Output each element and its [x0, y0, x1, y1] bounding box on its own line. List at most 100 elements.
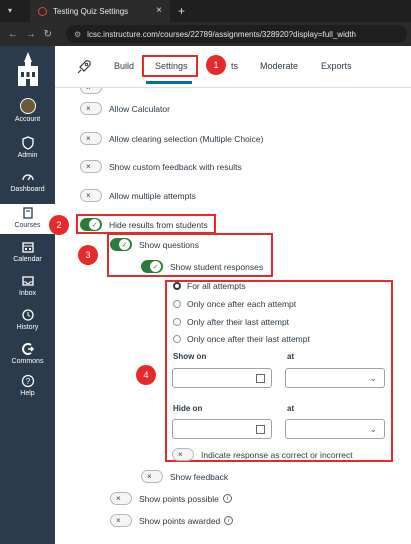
nav-calendar[interactable]: Calendar: [0, 240, 55, 263]
show-on-label: Show on: [173, 352, 207, 361]
nav-admin-label: Admin: [17, 152, 38, 159]
show-on-date-input[interactable]: [172, 368, 272, 388]
setting-show-custom-feedback: × Show custom feedback with results: [80, 160, 242, 173]
avatar: [19, 98, 36, 114]
shield-icon: [21, 136, 34, 150]
cut-off-toggle-row: ×: [80, 88, 109, 94]
forward-icon[interactable]: →: [26, 29, 36, 40]
tab-exports[interactable]: Exports: [321, 61, 352, 71]
show-questions-toggle[interactable]: ✓: [110, 238, 132, 251]
radio-label: Only once after each attempt: [187, 299, 297, 309]
close-tab-icon[interactable]: ×: [156, 5, 162, 16]
radio-after-last[interactable]: Only after their last attempt: [173, 317, 289, 327]
allow-calculator-toggle[interactable]: ×: [80, 102, 102, 115]
tab-results[interactable]: ts: [231, 61, 238, 71]
radio-unselected[interactable]: [173, 318, 181, 326]
toggle-off[interactable]: ×: [80, 88, 102, 94]
radio-selected[interactable]: [173, 282, 181, 290]
browser-tab[interactable]: Testing Quiz Settings ×: [30, 0, 170, 22]
nav-dashboard[interactable]: Dashboard: [0, 170, 55, 193]
nav-history-label: History: [16, 324, 39, 331]
reload-icon[interactable]: ↻: [44, 29, 52, 40]
check-icon: ✓: [89, 219, 100, 230]
hide-on-date-input[interactable]: [172, 419, 272, 439]
show-custom-feedback-label: Show custom feedback with results: [109, 161, 242, 172]
radio-for-all-attempts[interactable]: For all attempts: [173, 281, 246, 291]
setting-allow-multiple-attempts: × Allow multiple attempts: [80, 189, 196, 202]
show-custom-feedback-toggle[interactable]: ×: [80, 160, 102, 173]
setting-allow-calculator: × Allow Calculator: [80, 102, 170, 115]
calendar-icon[interactable]: [256, 425, 265, 434]
nav-inbox[interactable]: Inbox: [0, 274, 55, 297]
show-at-label: at: [287, 352, 295, 361]
nav-help[interactable]: ? Help: [0, 374, 55, 397]
nav-commons[interactable]: Commons: [0, 342, 55, 365]
institution-logo-icon: [18, 52, 38, 86]
radio-unselected[interactable]: [173, 335, 181, 343]
radio-label: Only after their last attempt: [187, 317, 290, 327]
show-points-possible-toggle[interactable]: ×: [110, 492, 132, 505]
setting-show-student-responses: ✓ Show student responses: [141, 260, 263, 273]
settings-active-indicator: [146, 81, 192, 84]
nav-courses[interactable]: Courses: [0, 204, 55, 234]
hide-results-label: Hide results from students: [109, 219, 208, 230]
setting-hide-results: ✓ Hide results from students: [80, 218, 208, 231]
indicate-response-toggle[interactable]: ×: [172, 448, 194, 461]
step-badge-2: 2: [49, 215, 69, 235]
tab-menu-icon[interactable]: ▾: [8, 6, 12, 15]
nav-calendar-label: Calendar: [13, 256, 42, 263]
nav-account[interactable]: Account: [0, 98, 55, 123]
commons-icon: [21, 343, 34, 355]
show-points-possible-label: Show points possible: [139, 493, 219, 504]
show-feedback-toggle[interactable]: ×: [141, 470, 163, 483]
url-text: lcsc.instructure.com/courses/22789/assig…: [87, 29, 356, 39]
book-icon: [22, 207, 33, 219]
nav-inbox-label: Inbox: [18, 290, 37, 297]
quiz-top-nav: Build Settings ts Moderate Exports 1: [55, 46, 411, 88]
setting-indicate-response: × Indicate response as correct or incorr…: [172, 448, 353, 461]
setting-show-questions: ✓ Show questions: [110, 238, 199, 251]
tab-moderate[interactable]: Moderate: [260, 61, 298, 71]
dashboard-icon: [21, 174, 34, 181]
hide-at-label: at: [287, 404, 295, 413]
rocket-icon[interactable]: [75, 58, 93, 76]
nav-courses-label: Courses: [14, 222, 41, 229]
nav-history[interactable]: History: [0, 308, 55, 331]
radio-once-after-last[interactable]: Only once after their last attempt: [173, 334, 310, 344]
show-at-time-select[interactable]: ⌄: [285, 368, 385, 388]
info-icon[interactable]: i: [224, 516, 234, 525]
hide-results-toggle[interactable]: ✓: [80, 218, 102, 231]
help-icon: ?: [21, 374, 34, 388]
radio-unselected[interactable]: [173, 300, 181, 308]
check-icon: ✓: [150, 261, 161, 272]
info-icon[interactable]: i: [222, 494, 232, 503]
show-questions-label: Show questions: [139, 239, 200, 250]
hide-on-label: Hide on: [173, 404, 203, 413]
allow-calculator-label: Allow Calculator: [109, 103, 170, 114]
back-icon[interactable]: ←: [8, 29, 18, 40]
hide-at-time-select[interactable]: ⌄: [285, 419, 385, 439]
nav-admin[interactable]: Admin: [0, 136, 55, 159]
setting-show-feedback: × Show feedback: [141, 470, 228, 483]
setting-allow-clearing: × Allow clearing selection (Multiple Cho…: [80, 132, 263, 145]
site-info-icon[interactable]: ⚙: [74, 30, 81, 39]
chevron-down-icon: ⌄: [369, 373, 377, 383]
nav-commons-label: Commons: [11, 358, 44, 365]
url-field[interactable]: ⚙ lcsc.instructure.com/courses/22789/ass…: [66, 25, 407, 43]
show-feedback-label: Show feedback: [170, 471, 229, 482]
calendar-icon[interactable]: [256, 374, 265, 383]
show-student-responses-toggle[interactable]: ✓: [141, 260, 163, 273]
step-badge-4: 4: [136, 365, 156, 385]
svg-text:?: ?: [25, 377, 30, 386]
show-points-awarded-label: Show points awarded: [139, 515, 221, 526]
setting-show-points-possible: × Show points possible i: [110, 492, 232, 505]
global-nav-sidebar: Account Admin Dashboard Courses Calendar…: [0, 46, 55, 544]
new-tab-icon[interactable]: +: [178, 4, 185, 18]
radio-once-after-each[interactable]: Only once after each attempt: [173, 299, 296, 309]
tab-title: Testing Quiz Settings: [53, 6, 129, 16]
show-points-awarded-toggle[interactable]: ×: [110, 514, 132, 527]
allow-multiple-attempts-toggle[interactable]: ×: [80, 189, 102, 202]
allow-clearing-toggle[interactable]: ×: [80, 132, 102, 145]
settings-highlight-box: [142, 55, 198, 77]
tab-build[interactable]: Build: [114, 61, 134, 71]
